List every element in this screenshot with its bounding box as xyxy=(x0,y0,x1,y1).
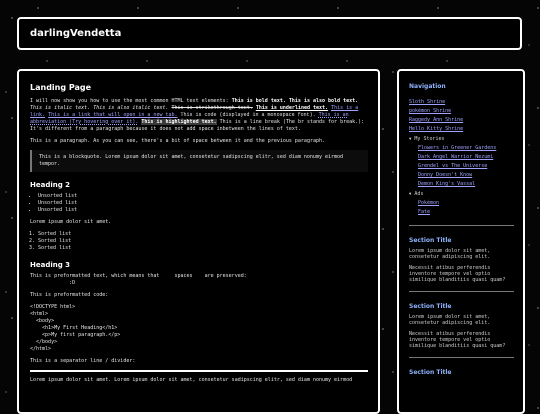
bold-text: This is bold text. xyxy=(231,98,286,104)
list-item: Unsorted list xyxy=(38,200,368,207)
section-title: Section Title xyxy=(409,303,452,310)
strikethrough-text: This is strikethrough text. xyxy=(171,105,253,111)
nav-link-sloth-shrine[interactable]: Sloth Shrine xyxy=(409,99,445,105)
preformatted-text: This is preformatted text, which means t… xyxy=(30,273,247,286)
section-text: Lorem ipsum dolor sit amet, consetetur a… xyxy=(409,314,491,326)
code-text: This is code (displayed in a monospace f… xyxy=(180,112,316,118)
line-break-text-2: It's different from a paragraph because … xyxy=(30,126,301,132)
nav-link-pokemon-shrine[interactable]: pokémon Shrine xyxy=(409,108,451,114)
site-title: darlingVendetta xyxy=(30,28,122,39)
navigation-list: Sloth Shrine pokémon Shrine Raggedy Ann … xyxy=(409,98,514,217)
section-text: Necessit atibus perferendis inventore te… xyxy=(409,265,506,283)
line-break-text: This is a line break (The br stands for … xyxy=(219,119,365,125)
main-content: Landing Page I will now show you how to … xyxy=(17,69,380,414)
preformatted-code: <!DOCTYPE html> <html> <body> <h1>My Fir… xyxy=(30,304,121,352)
nav-link-story[interactable]: Grendel vs The Universe xyxy=(418,163,487,169)
nav-link-story[interactable]: Dark Angel Warrior Nezumi xyxy=(418,154,493,160)
list-item: Sorted list xyxy=(38,238,368,245)
list-item: Unsorted list xyxy=(38,207,368,214)
highlighted-text: This is highlighted text. xyxy=(141,119,217,125)
section-title: Section Title xyxy=(409,237,452,244)
nav-link-raggedy-ann-shrine[interactable]: Raggedy Ann Shrine xyxy=(409,117,463,123)
page-title: Landing Page xyxy=(30,83,92,92)
nav-link-ad[interactable]: Fate xyxy=(418,209,430,215)
italic-text: This is italic text. xyxy=(30,105,91,111)
lorem-text: Lorem ipsum dolor sit amet. xyxy=(30,219,112,225)
final-paragraph: Lorem ipsum dolor sit amet. Lorem ipsum … xyxy=(30,377,353,383)
nav-group-label: My Stories xyxy=(414,136,445,142)
nav-link-hello-kitty-shrine[interactable]: Hello Kitty Shrine xyxy=(409,126,463,132)
separator-label: This is a separator line / divider: xyxy=(30,358,136,364)
nav-link-ad[interactable]: Pokémon xyxy=(418,200,439,206)
intro-paragraph: I will now show you how to use the most … xyxy=(30,98,368,133)
list-item: Sorted list xyxy=(38,245,368,252)
sidebar: Navigation Sloth Shrine pokémon Shrine R… xyxy=(397,69,525,414)
intro-text: I will now show you how to use the most … xyxy=(30,98,232,104)
section-title: Section Title xyxy=(409,369,452,376)
nav-group-my-stories[interactable]: ▼ My Stories xyxy=(409,134,514,144)
triangle-down-icon: ▼ xyxy=(409,191,412,196)
sidebar-divider xyxy=(409,357,514,358)
list-item: Unsorted list xyxy=(38,193,368,200)
nav-link-story[interactable]: Donny Doesn't Know xyxy=(418,172,472,178)
nav-group-label: Ads xyxy=(414,191,424,197)
heading-3: Heading 3 xyxy=(30,261,71,269)
heading-2: Heading 2 xyxy=(30,181,71,189)
list-item: Sorted list xyxy=(38,231,368,238)
underlined-text: This is underlined text. xyxy=(255,105,329,111)
sidebar-divider xyxy=(409,225,514,226)
nav-group-ads[interactable]: ▼ Ads xyxy=(409,189,514,199)
sidebar-divider xyxy=(409,291,514,292)
divider xyxy=(30,370,368,372)
new-tab-link[interactable]: This is a link that will open in a new t… xyxy=(48,112,177,118)
triangle-down-icon: ▼ xyxy=(409,136,412,141)
em-text: This is also italic text. xyxy=(93,105,169,111)
navigation-title: Navigation xyxy=(409,83,446,90)
paragraph: This is a paragraph. As you can see, the… xyxy=(30,138,326,144)
nav-link-story[interactable]: Demon King's Vassal xyxy=(418,181,475,187)
section-text: Lorem ipsum dolor sit amet, consetetur a… xyxy=(409,248,491,260)
strong-text: This is also bold text. xyxy=(288,98,359,104)
preformatted-code-label: This is preformatted code: xyxy=(30,292,109,298)
section-text: Necessit atibus perferendis inventore te… xyxy=(409,331,506,349)
nav-link-story[interactable]: Flowers in Greener Gardens xyxy=(418,145,496,151)
blockquote: This is a blockquote. Lorem ipsum dolor … xyxy=(30,150,368,172)
site-header: darlingVendetta xyxy=(17,17,522,50)
unsorted-list: Unsorted list Unsorted list Unsorted lis… xyxy=(30,193,368,214)
sorted-list: Sorted list Sorted list Sorted list xyxy=(30,231,368,252)
